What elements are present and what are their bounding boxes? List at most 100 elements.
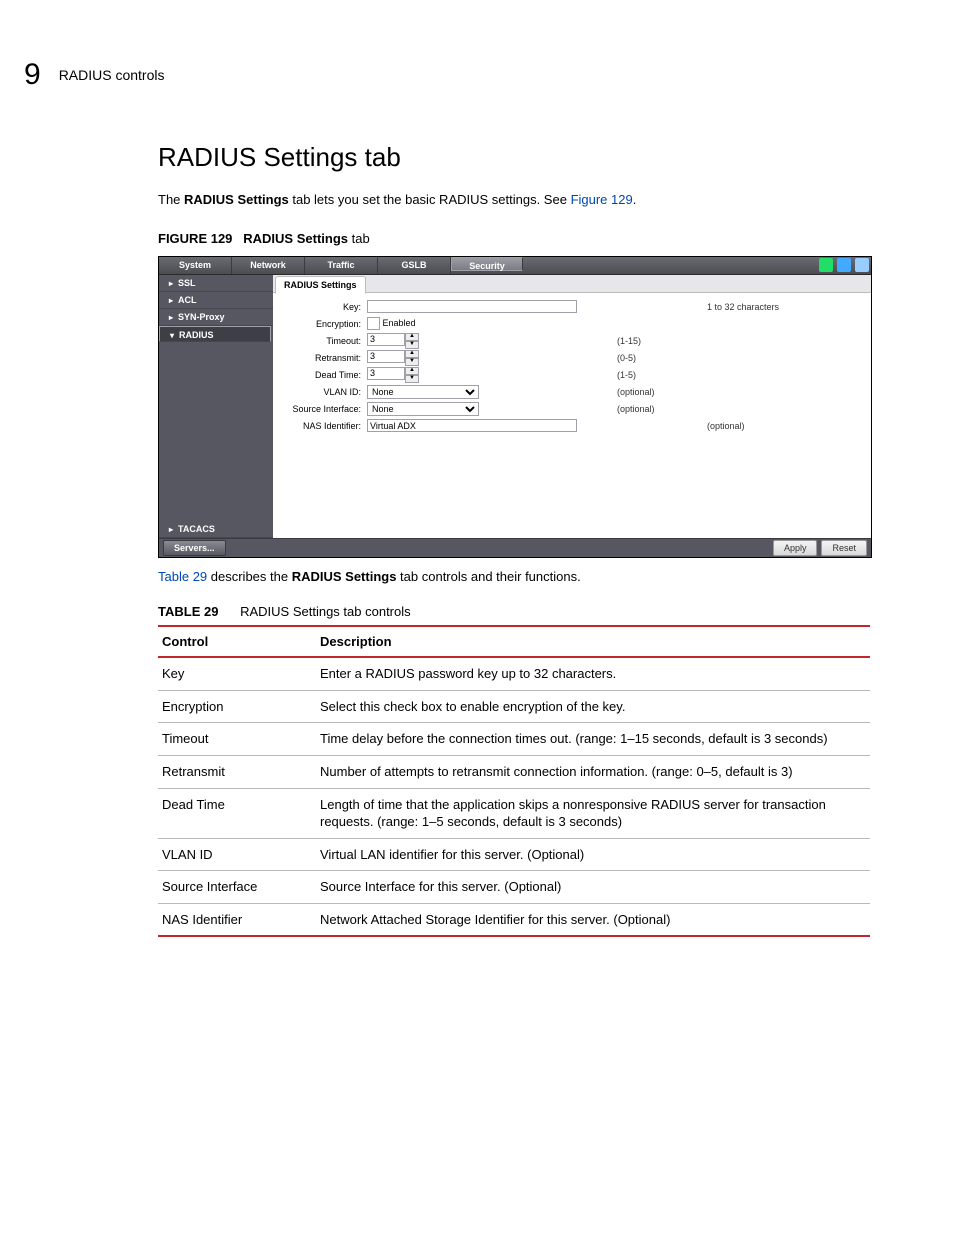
sidenav-ssl[interactable]: SSL (159, 275, 273, 292)
after-figure-paragraph: Table 29 describes the RADIUS Settings t… (158, 568, 930, 586)
table-link[interactable]: Table 29 (158, 569, 207, 584)
th-control: Control (158, 626, 316, 658)
cell-control: VLAN ID (158, 838, 316, 871)
sidenav-tacacs[interactable]: TACACS (159, 521, 273, 538)
table-caption-text: RADIUS Settings tab controls (240, 604, 411, 619)
table-row: NAS IdentifierNetwork Attached Storage I… (158, 903, 870, 936)
sidenav-radius[interactable]: RADIUS (159, 326, 271, 342)
timeout-up-icon[interactable]: ▲ (405, 333, 419, 341)
vlan-label: VLAN ID: (281, 386, 367, 398)
cell-description: Enter a RADIUS password key up to 32 cha… (316, 657, 870, 690)
figure-caption: FIGURE 129 RADIUS Settings tab (158, 230, 930, 248)
chapter-number: 9 (24, 55, 41, 96)
deadtime-label: Dead Time: (281, 369, 367, 381)
topnav-system[interactable]: System (159, 257, 232, 274)
deadtime-hint: (1-5) (617, 369, 636, 381)
encryption-text: Enabled (383, 318, 416, 328)
nas-input[interactable] (367, 419, 577, 432)
button-bar: Servers... Apply Reset (159, 538, 871, 557)
figure-caption-bold: RADIUS Settings (243, 231, 348, 246)
retransmit-down-icon[interactable]: ▼ (405, 358, 419, 366)
topnav-traffic[interactable]: Traffic (305, 257, 378, 274)
cell-control: Timeout (158, 723, 316, 756)
table-row: KeyEnter a RADIUS password key up to 32 … (158, 657, 870, 690)
srcif-hint: (optional) (617, 403, 655, 415)
table-label: TABLE 29 (158, 604, 218, 619)
key-hint: 1 to 32 characters (707, 301, 779, 313)
cell-description: Network Attached Storage Identifier for … (316, 903, 870, 936)
topnav-network[interactable]: Network (232, 257, 305, 274)
table-row: VLAN IDVirtual LAN identifier for this s… (158, 838, 870, 871)
topnav-gslb[interactable]: GSLB (378, 257, 451, 274)
help-icon[interactable] (855, 258, 869, 272)
cell-description: Time delay before the connection times o… (316, 723, 870, 756)
cell-description: Number of attempts to retransmit connect… (316, 755, 870, 788)
topnav: System Network Traffic GSLB Security (159, 257, 871, 275)
save-icon[interactable] (837, 258, 851, 272)
table-row: RetransmitNumber of attempts to retransm… (158, 755, 870, 788)
table-row: EncryptionSelect this check box to enabl… (158, 690, 870, 723)
subtab-bar: RADIUS Settings (273, 275, 871, 293)
subtab-radius-settings[interactable]: RADIUS Settings (275, 276, 366, 294)
srcif-label: Source Interface: (281, 403, 367, 415)
table-row: Source InterfaceSource Interface for thi… (158, 871, 870, 904)
cell-description: Length of time that the application skip… (316, 788, 870, 838)
key-input[interactable] (367, 300, 577, 313)
figure-caption-tail: tab (348, 231, 370, 246)
sidenav: SSL ACL SYN-Proxy RADIUS TACACS (159, 275, 273, 538)
controls-table: Control Description KeyEnter a RADIUS pa… (158, 625, 870, 937)
after-figure-mid: describes the (207, 569, 292, 584)
timeout-hint: (1-15) (617, 335, 641, 347)
cell-control: Retransmit (158, 755, 316, 788)
cell-control: NAS Identifier (158, 903, 316, 936)
deadtime-input[interactable] (367, 367, 405, 380)
figure-link[interactable]: Figure 129 (571, 192, 633, 207)
deadtime-down-icon[interactable]: ▼ (405, 375, 419, 383)
topnav-security[interactable]: Security (451, 257, 523, 271)
running-header: 9 RADIUS controls (24, 55, 930, 96)
sidenav-acl[interactable]: ACL (159, 292, 273, 309)
timeout-down-icon[interactable]: ▼ (405, 341, 419, 349)
retransmit-input[interactable] (367, 350, 405, 363)
nas-hint: (optional) (707, 420, 745, 432)
encryption-checkbox[interactable] (367, 317, 380, 330)
retransmit-up-icon[interactable]: ▲ (405, 350, 419, 358)
cell-description: Virtual LAN identifier for this server. … (316, 838, 870, 871)
after-figure-tail: tab controls and their functions. (396, 569, 580, 584)
encryption-label: Encryption: (281, 318, 367, 330)
cell-control: Source Interface (158, 871, 316, 904)
intro-paragraph: The RADIUS Settings tab lets you set the… (158, 191, 930, 209)
deadtime-up-icon[interactable]: ▲ (405, 367, 419, 375)
cell-description: Source Interface for this server. (Optio… (316, 871, 870, 904)
srcif-select[interactable]: None (367, 402, 479, 416)
intro-pre: The (158, 192, 184, 207)
apply-button[interactable]: Apply (773, 540, 818, 556)
figure-label: FIGURE 129 (158, 231, 232, 246)
retransmit-label: Retransmit: (281, 352, 367, 364)
cell-control: Encryption (158, 690, 316, 723)
key-label: Key: (281, 301, 367, 313)
reset-button[interactable]: Reset (821, 540, 867, 556)
vlan-select[interactable]: None (367, 385, 479, 399)
timeout-label: Timeout: (281, 335, 367, 347)
main-panel: RADIUS Settings Key: 1 to 32 characters … (273, 275, 871, 538)
section-title: RADIUS Settings tab (158, 140, 930, 175)
cell-description: Select this check box to enable encrypti… (316, 690, 870, 723)
sidenav-synproxy[interactable]: SYN-Proxy (159, 309, 273, 326)
vlan-hint: (optional) (617, 386, 655, 398)
after-figure-bold: RADIUS Settings (292, 569, 397, 584)
intro-bold: RADIUS Settings (184, 192, 289, 207)
refresh-icon[interactable] (819, 258, 833, 272)
table-caption: TABLE 29 RADIUS Settings tab controls (158, 603, 930, 621)
table-row: TimeoutTime delay before the connection … (158, 723, 870, 756)
cell-control: Dead Time (158, 788, 316, 838)
th-description: Description (316, 626, 870, 658)
intro-mid: tab lets you set the basic RADIUS settin… (289, 192, 571, 207)
nas-label: NAS Identifier: (281, 420, 367, 432)
timeout-input[interactable] (367, 333, 405, 346)
figure-screenshot: System Network Traffic GSLB Security SSL… (158, 256, 872, 558)
retransmit-hint: (0-5) (617, 352, 636, 364)
intro-post: . (633, 192, 637, 207)
servers-button[interactable]: Servers... (163, 540, 226, 556)
cell-control: Key (158, 657, 316, 690)
